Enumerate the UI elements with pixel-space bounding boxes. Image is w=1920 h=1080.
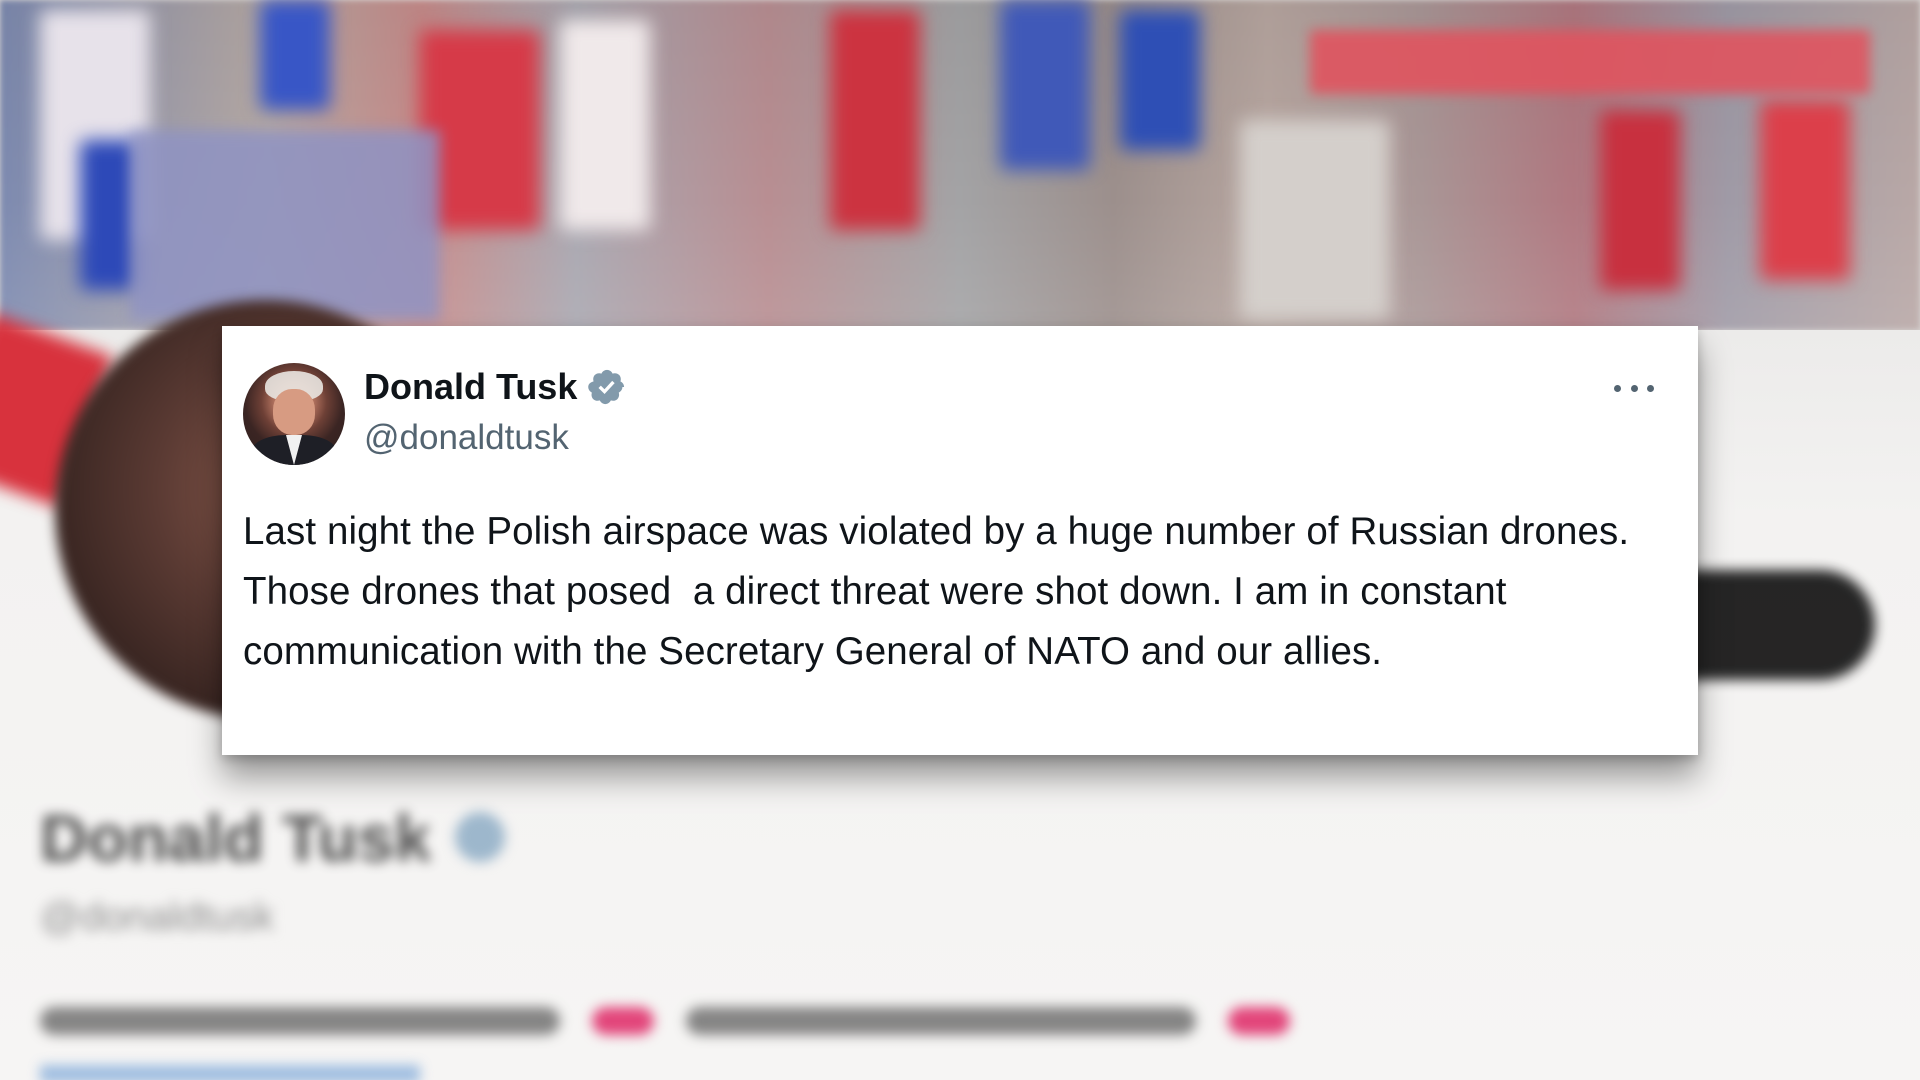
tweet-author-handle[interactable]: @donaldtusk — [364, 418, 569, 458]
more-options-icon[interactable] — [1614, 378, 1654, 398]
tweet-card: Donald Tusk @donaldtusk Last night the P… — [222, 326, 1698, 755]
background-flag — [1000, 0, 1090, 170]
profile-avatar[interactable] — [243, 363, 345, 465]
background-verified-icon — [455, 812, 505, 862]
video-frame: Donald Tusk @donaldtusk Donald Tusk @don… — [0, 0, 1920, 1080]
more-dot — [1647, 384, 1654, 392]
verified-badge-icon — [587, 367, 627, 407]
background-eu-panel — [130, 130, 440, 320]
background-profile-handle: @donaldtusk — [40, 895, 275, 939]
tweet-text: Last night the Polish airspace was viola… — [243, 510, 1640, 673]
background-banner — [1310, 30, 1870, 94]
background-profile-bio — [40, 990, 1306, 1044]
more-dot — [1630, 384, 1638, 392]
background-flag — [830, 10, 920, 230]
background-flag — [260, 0, 330, 110]
background-flag — [1240, 120, 1390, 320]
background-profile-link — [40, 1065, 420, 1080]
background-flag — [560, 20, 650, 230]
tweet-author-name[interactable]: Donald Tusk — [364, 366, 627, 408]
author-name-text: Donald Tusk — [364, 366, 578, 407]
background-flag — [1600, 110, 1680, 290]
more-dot — [1614, 384, 1621, 392]
background-profile-name: Donald Tusk — [40, 801, 432, 875]
background-flag — [1120, 10, 1200, 150]
avatar-face — [273, 389, 315, 435]
background-flag — [1760, 100, 1850, 280]
